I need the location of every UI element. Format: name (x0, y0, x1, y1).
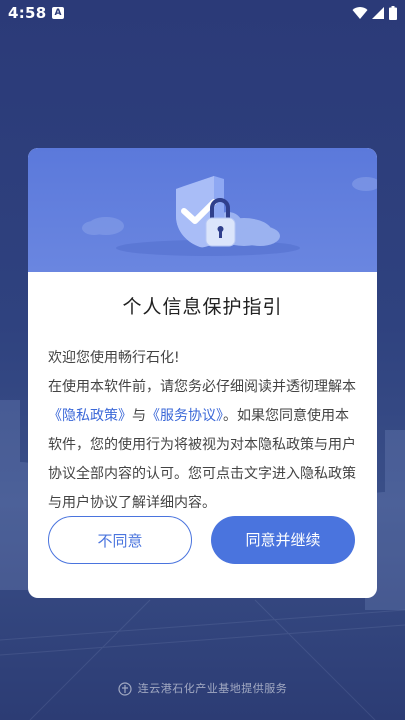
footer-text: 连云港石化产业基地提供服务 (137, 682, 288, 695)
dialog-title: 个人信息保护指引 (122, 296, 283, 318)
policy-paragraph: 在使用本软件前，请您务必仔细阅读并透彻理解本《隐私政策》与《服务协议》。如果您同… (48, 373, 360, 509)
wifi-icon (352, 7, 368, 20)
shield-lock-illustration (82, 176, 377, 256)
status-time: 4:58 (8, 4, 47, 22)
dialog-body[interactable]: 欢迎您使用畅行石化! 在使用本软件前，请您务必仔细阅读并透彻理解本《隐私政策》与… (48, 344, 360, 509)
company-logo-icon (118, 682, 132, 696)
signal-icon (372, 7, 384, 19)
status-bar: 4:58 A (0, 0, 405, 28)
paragraph-intro: 在使用本软件前，请您务必仔细阅读并透彻理解本 (48, 379, 356, 395)
footer: 连云港石化产业基地提供服务 (0, 680, 405, 696)
privacy-dialog: 个人信息保护指引 欢迎您使用畅行石化! 在使用本软件前，请您务必仔细阅读并透彻理… (28, 148, 377, 598)
battery-icon (389, 6, 397, 20)
service-agreement-link[interactable]: 《服务协议》 (146, 408, 223, 424)
accept-button[interactable]: 同意并继续 (211, 516, 355, 564)
dialog-hero-banner (28, 148, 377, 272)
privacy-policy-link[interactable]: 《隐私政策》 (48, 408, 132, 424)
notification-icon: A (52, 7, 64, 19)
paragraph-and: 与 (132, 408, 146, 424)
status-icons (352, 5, 397, 21)
welcome-text: 欢迎您使用畅行石化! (48, 350, 180, 366)
decline-button[interactable]: 不同意 (48, 516, 192, 564)
